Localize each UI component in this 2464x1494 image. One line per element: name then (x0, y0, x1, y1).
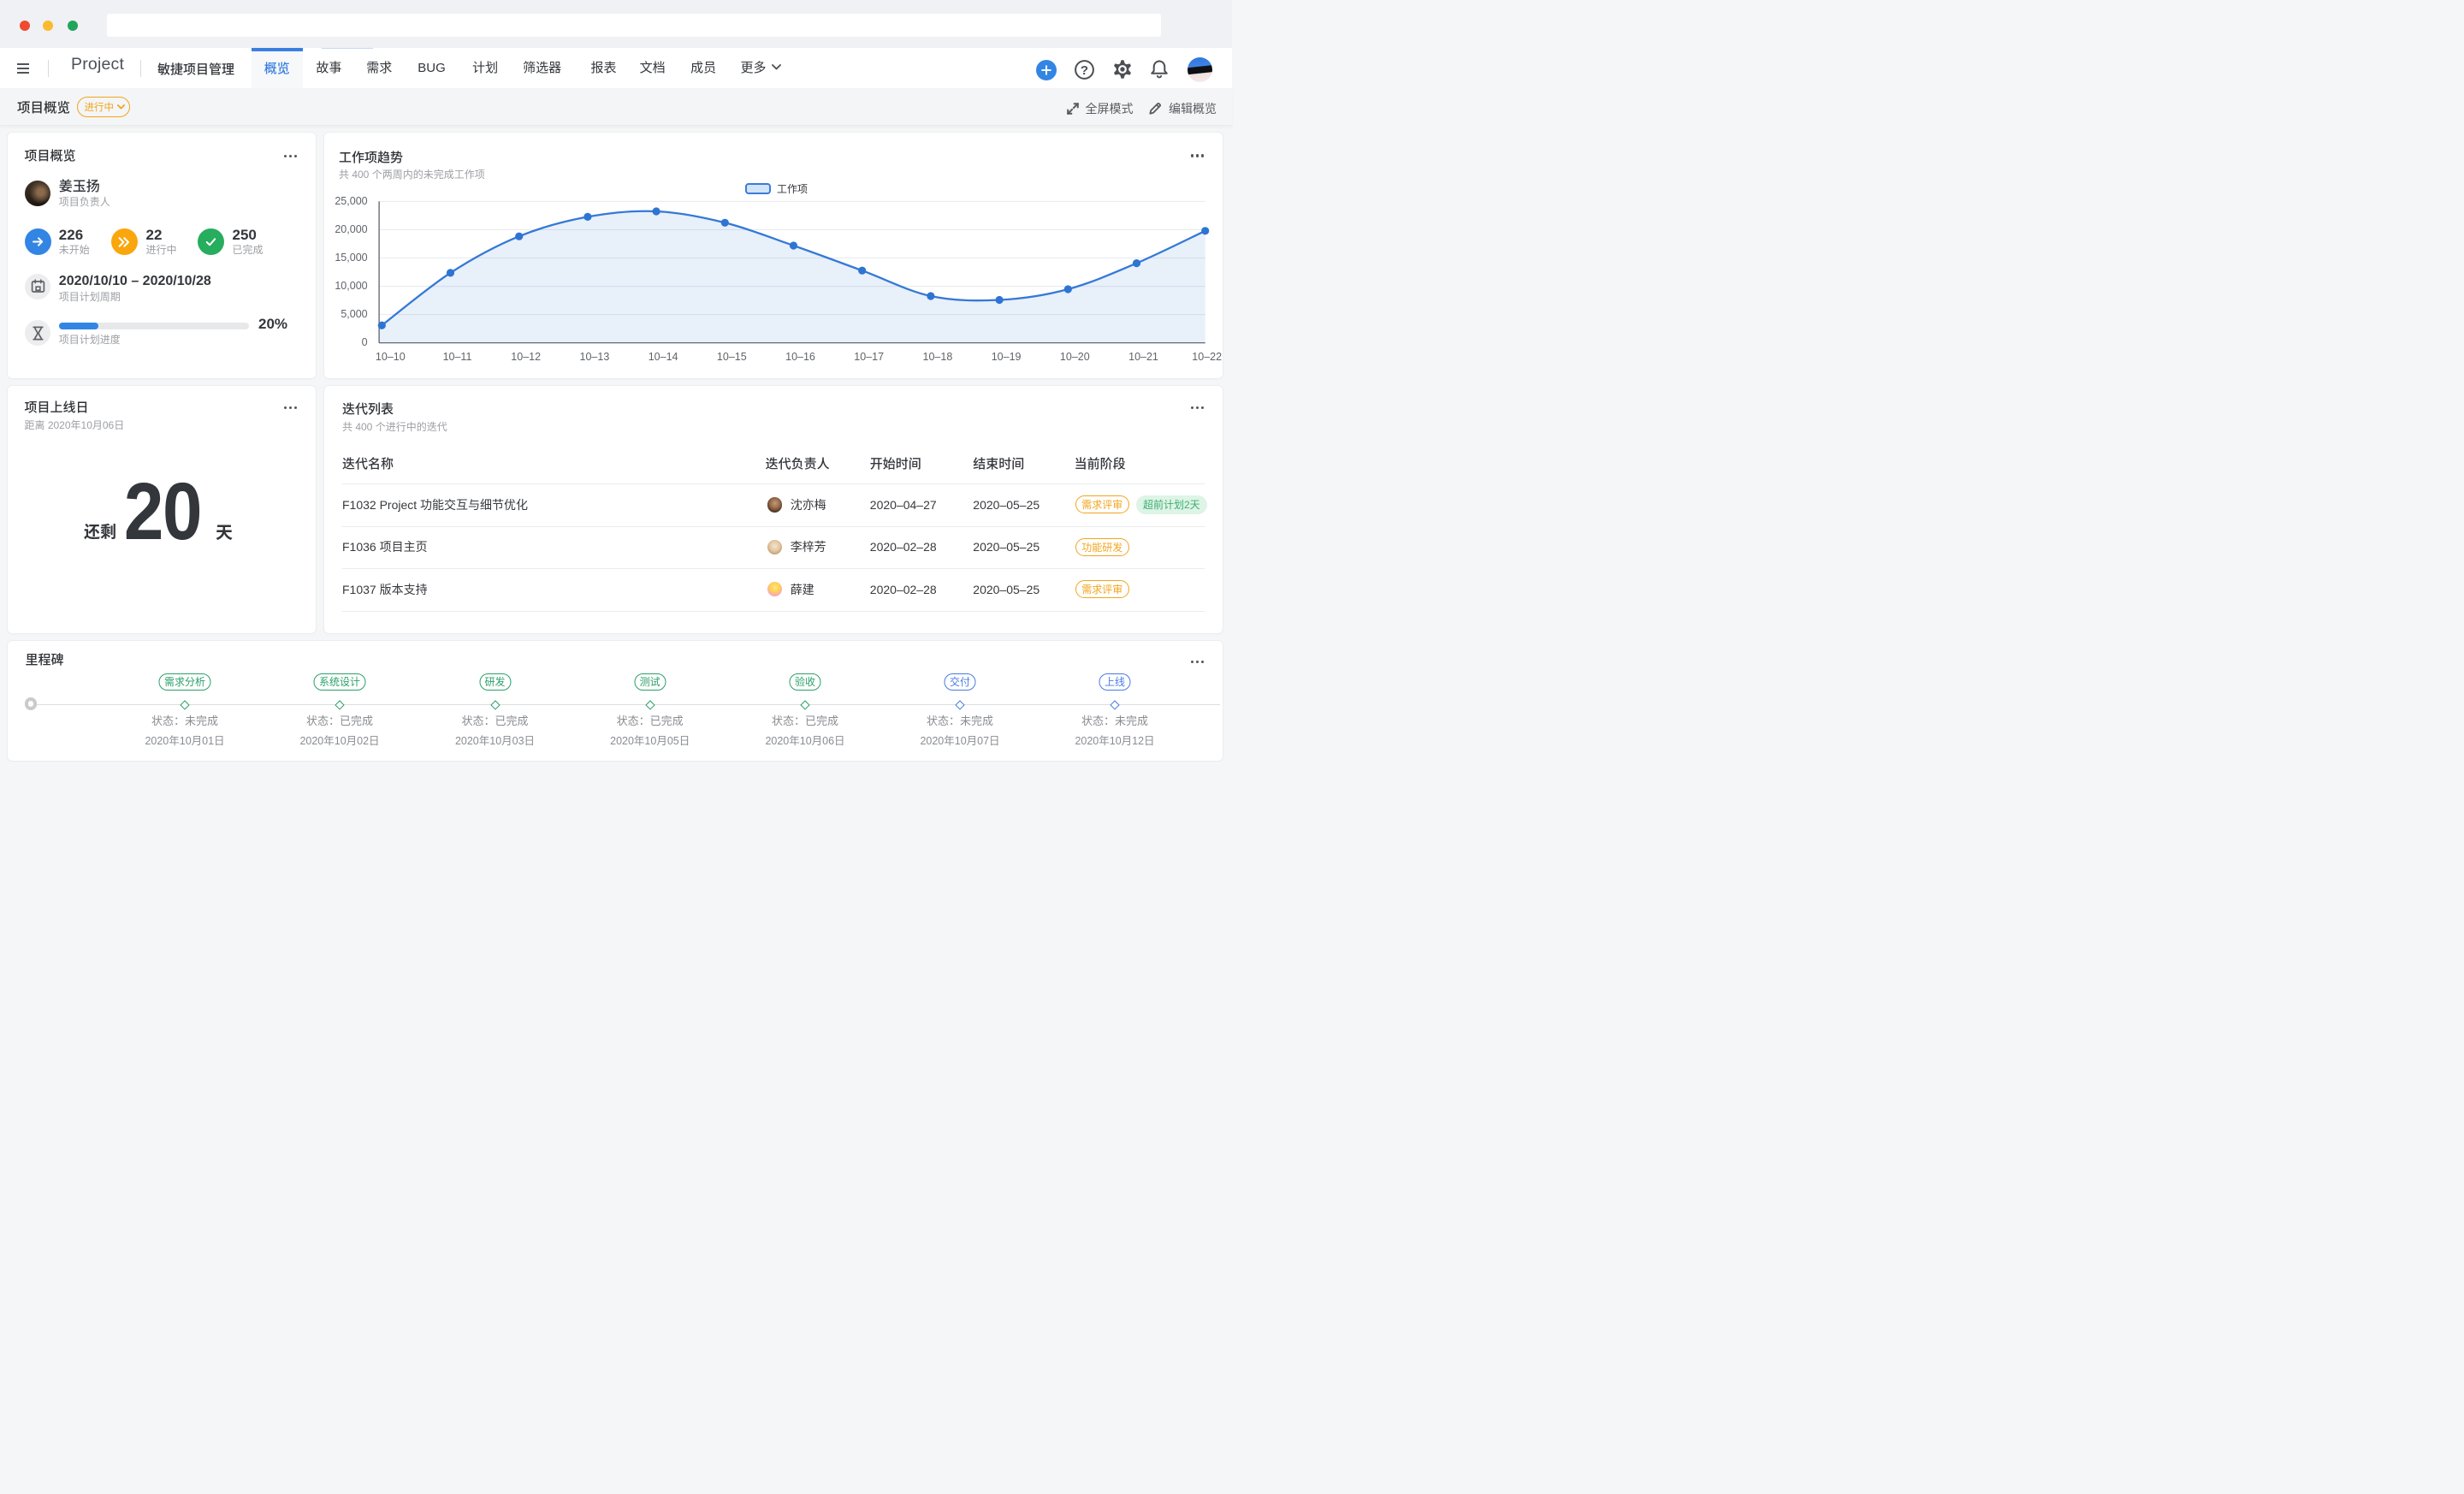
svg-text:?: ? (1081, 63, 1088, 78)
